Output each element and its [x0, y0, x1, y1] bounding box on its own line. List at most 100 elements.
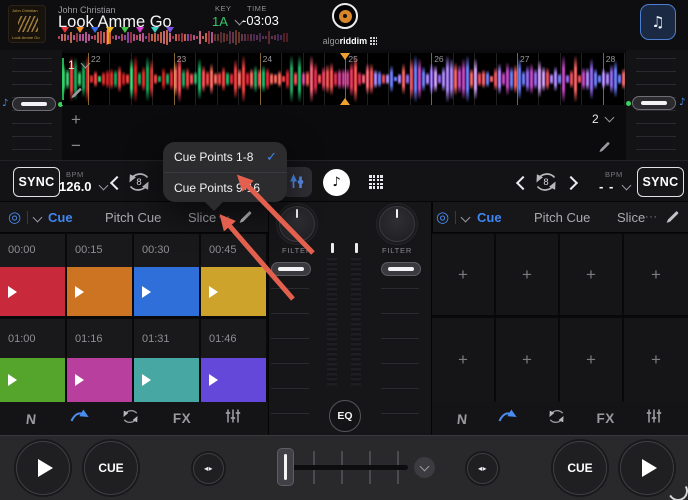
time-value[interactable]: -03:03: [242, 13, 279, 28]
zoom-out-button[interactable]: −: [71, 136, 81, 156]
deck1-filter-knob[interactable]: [279, 206, 315, 242]
deck2-level-meter: [351, 258, 361, 386]
mixer-faders-icon: [288, 173, 306, 191]
deck2-cue-button[interactable]: CUE: [553, 441, 607, 495]
cue-mode-icon[interactable]: ◎: [8, 208, 21, 226]
deck2-edit-pencil-icon[interactable]: [598, 140, 611, 158]
cue-pad-6[interactable]: 01:16: [67, 319, 132, 402]
cue-pad-1[interactable]: 00:00: [0, 234, 65, 316]
repeat-icon[interactable]: [547, 407, 566, 431]
music-library-button[interactable]: ♫: [640, 4, 676, 40]
slice-more-button[interactable]: ···: [218, 211, 231, 223]
bounce-loop-icon[interactable]: [497, 408, 517, 429]
tab-pitch-cue[interactable]: Pitch Cue: [105, 210, 161, 225]
fx-button[interactable]: FX: [173, 411, 191, 426]
deck1-split-cue-button[interactable]: ◂▸: [193, 453, 224, 484]
cue-mode-chevron[interactable]: [461, 213, 471, 223]
tab-slice[interactable]: Slice: [188, 210, 216, 225]
deck1-loop-button[interactable]: 8: [126, 169, 152, 195]
slice-more-button[interactable]: ···: [645, 211, 658, 223]
eq-button[interactable]: EQ: [329, 400, 361, 432]
cue-marker-icon: [151, 27, 159, 33]
deck1-loop-beats: 8: [126, 177, 152, 188]
cue-pad-2[interactable]: 00:15: [67, 234, 132, 316]
deck1-edit-pencil-icon[interactable]: [70, 86, 83, 104]
deck2-pad-tabbar: ◎ Cue Pitch Cue Slice ···: [432, 202, 688, 233]
overview-playhead: [107, 28, 109, 44]
record-jog-button[interactable]: [332, 3, 358, 29]
deck2-split-cue-button[interactable]: ◂▸: [467, 453, 498, 484]
deck2-filter-knob[interactable]: [379, 206, 415, 242]
deck1-tempo-slider[interactable]: ♪: [0, 50, 62, 160]
crossfader[interactable]: [270, 436, 440, 500]
crossfader-options-button[interactable]: [414, 457, 435, 478]
deck2-number-selector[interactable]: 2: [592, 110, 613, 128]
deck2-loop-halve-button[interactable]: [516, 176, 530, 190]
popup-item-cue-points-9-16[interactable]: Cue Points 9-16: [163, 173, 287, 203]
overview-waveform[interactable]: [58, 26, 290, 45]
tempo-note-icon: ♪: [2, 98, 8, 109]
cue-pad-5[interactable]: 01:00: [0, 319, 65, 402]
deck1-sync-button[interactable]: SYNC: [13, 167, 60, 197]
deck1-loop-halve-button[interactable]: [110, 176, 124, 190]
cue-pad-7[interactable]: 01:31: [134, 319, 199, 402]
deck1-play-button[interactable]: [16, 441, 70, 495]
empty-pad-8[interactable]: +: [624, 318, 688, 402]
empty-pad-3[interactable]: +: [560, 234, 622, 315]
zoom-in-button[interactable]: +: [71, 110, 81, 130]
control-row: SYNC BPM 126.0 8 ♪: [0, 160, 688, 202]
deck1-cue-button[interactable]: CUE: [84, 441, 138, 495]
sliders-icon[interactable]: [224, 407, 242, 430]
deck2-loop-double-button[interactable]: [564, 176, 578, 190]
album-stripes: [18, 16, 38, 32]
edit-pads-pencil-icon[interactable]: [665, 209, 680, 229]
popup-item-cue-points-1-8[interactable]: Cue Points 1-8 ✓: [163, 142, 287, 172]
deck2-sync-button[interactable]: SYNC: [637, 167, 684, 197]
deck2-bpm-selector[interactable]: - -: [599, 178, 630, 196]
cue-mode-chevron[interactable]: [33, 213, 43, 223]
album-art[interactable]: John Christian Look Amme Go: [8, 5, 46, 43]
cue-pad-8[interactable]: 01:46: [201, 319, 266, 402]
deck2-loop-button[interactable]: 8: [533, 169, 559, 195]
play-icon: [142, 374, 151, 386]
deck2-tempo-slider[interactable]: ♪: [626, 50, 688, 160]
music-note-icon: ♫: [651, 13, 664, 31]
empty-pad-2[interactable]: +: [496, 234, 558, 315]
tab-cue[interactable]: Cue: [477, 210, 502, 225]
quantize-icon[interactable]: N: [25, 411, 37, 427]
deck1-filter-label: FILTER: [269, 246, 325, 255]
deck2-tempo-handle[interactable]: [632, 96, 676, 110]
empty-pad-1[interactable]: +: [432, 234, 494, 315]
fx-button[interactable]: FX: [597, 411, 615, 426]
crossfader-handle[interactable]: [277, 448, 294, 486]
split-cue-icon: ◂▸: [204, 464, 213, 473]
cue-mode-icon[interactable]: ◎: [436, 208, 449, 226]
deck2-play-button[interactable]: [620, 441, 674, 495]
deck2-volume-fader[interactable]: [381, 262, 421, 276]
bounce-loop-icon[interactable]: [69, 408, 89, 429]
empty-pad-4[interactable]: +: [624, 234, 688, 315]
song-view-button[interactable]: ♪: [323, 169, 350, 196]
pads-view-button[interactable]: [369, 175, 383, 189]
empty-pad-5[interactable]: +: [432, 318, 494, 402]
deck1-volume-fader[interactable]: [271, 262, 311, 276]
empty-pad-7[interactable]: +: [560, 318, 622, 402]
deck1-bpm-selector[interactable]: 126.0: [59, 178, 107, 196]
main-waveform[interactable]: 22232425262728: [62, 53, 625, 105]
tab-slice[interactable]: Slice: [617, 210, 645, 225]
sliders-icon[interactable]: [645, 407, 663, 430]
cue-pad-4[interactable]: 00:45: [201, 234, 266, 316]
cue-pad-3[interactable]: 00:30: [134, 234, 199, 316]
edit-pads-pencil-icon[interactable]: [238, 209, 253, 229]
djay-app: John Christian Look Amme Go John Christi…: [0, 0, 688, 500]
quantize-icon[interactable]: N: [456, 411, 468, 427]
tab-pitch-cue[interactable]: Pitch Cue: [534, 210, 590, 225]
deck1-tempo-handle[interactable]: [12, 97, 56, 111]
tempo-sync-dot: [626, 101, 631, 106]
repeat-icon[interactable]: [121, 407, 140, 431]
deck1-number-selector[interactable]: 1: [68, 56, 89, 74]
empty-pad-6[interactable]: +: [496, 318, 558, 402]
tab-cue[interactable]: Cue: [48, 210, 73, 225]
key-selector[interactable]: 1A: [212, 13, 243, 31]
record-dot-icon: [339, 10, 352, 23]
